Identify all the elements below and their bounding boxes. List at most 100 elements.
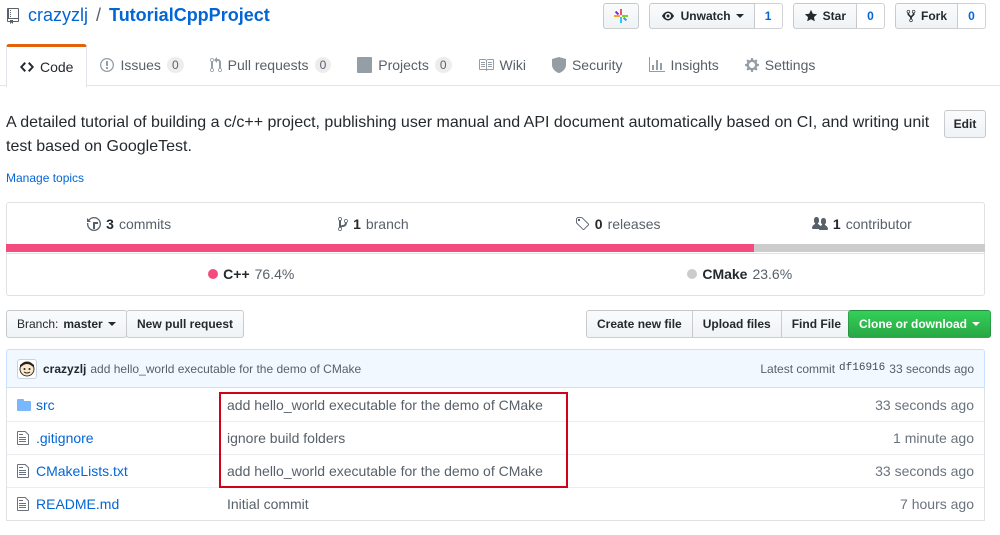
- contributors-link[interactable]: 1 contributor: [740, 203, 984, 245]
- language-color-dot: [687, 268, 698, 279]
- tag-icon: [575, 217, 589, 231]
- releases-label: releases: [607, 216, 661, 232]
- language-bar[interactable]: [6, 244, 985, 252]
- file-actions-group: Create new file Upload files Find File: [586, 310, 853, 338]
- commit-author-link[interactable]: crazyzlj: [43, 362, 86, 376]
- commit-sha-link[interactable]: df16916: [839, 362, 885, 376]
- graph-icon: [648, 57, 665, 72]
- people-icon: [811, 217, 828, 230]
- app-launcher-button[interactable]: [602, 3, 639, 29]
- commit-age: 33 seconds ago: [889, 361, 974, 376]
- manage-topics-link[interactable]: Manage topics: [6, 171, 84, 185]
- repo-name-link[interactable]: TutorialCppProject: [109, 5, 270, 26]
- avatar-face-icon: [19, 361, 35, 376]
- tab-security-label: Security: [571, 57, 623, 73]
- unwatch-label: Unwatch: [680, 9, 731, 23]
- file-icon: [7, 496, 36, 512]
- fork-icon: [906, 9, 916, 23]
- repo-description: A detailed tutorial of building a c/c++ …: [6, 114, 930, 155]
- branch-select-button[interactable]: Branch: master: [6, 310, 127, 338]
- language-percent: 76.4%: [254, 265, 295, 282]
- star-button[interactable]: Star: [792, 3, 857, 29]
- new-pull-request-button[interactable]: New pull request: [126, 310, 245, 338]
- unwatch-button[interactable]: Unwatch: [648, 3, 755, 29]
- repo-icon: [7, 7, 19, 24]
- clone-download-button[interactable]: Clone or download: [848, 310, 991, 338]
- latest-commit-bar: crazyzlj add hello_world executable for …: [6, 349, 985, 388]
- branch-icon: [338, 217, 349, 231]
- fork-group: Fork 0: [894, 3, 986, 29]
- repo-separator: /: [96, 5, 102, 25]
- eye-icon: [661, 11, 674, 21]
- language-segment-c-: [6, 244, 754, 252]
- find-file-button[interactable]: Find File: [780, 310, 853, 338]
- file-name-link[interactable]: src: [36, 397, 227, 413]
- annotation-highlight-box: [219, 392, 568, 488]
- tab-security[interactable]: Security: [539, 44, 636, 86]
- watchers-count[interactable]: 1: [754, 3, 783, 29]
- language-name: C++: [223, 265, 250, 282]
- tab-issues-label: Issues: [120, 57, 161, 73]
- file-name-link[interactable]: .gitignore: [36, 430, 227, 446]
- history-icon: [87, 217, 102, 231]
- gear-icon: [744, 58, 759, 72]
- language-segment-cmake: [753, 244, 985, 252]
- star-icon: [804, 9, 817, 22]
- tab-pull-requests[interactable]: Pull requests 0: [197, 44, 345, 86]
- releases-count: 0: [594, 216, 603, 232]
- file-commit-message[interactable]: Initial commit: [227, 496, 834, 512]
- sparkle-icon: [613, 9, 628, 23]
- pull-requests-counter: 0: [314, 57, 332, 73]
- language-item[interactable]: CMake 23.6%: [496, 252, 985, 295]
- tab-insights[interactable]: Insights: [636, 44, 732, 86]
- tab-code-label: Code: [40, 59, 74, 75]
- project-icon: [357, 57, 373, 73]
- file-age: 33 seconds ago: [875, 396, 974, 413]
- branch-label: branch: [365, 216, 409, 232]
- star-label: Star: [822, 9, 846, 23]
- language-color-dot: [208, 268, 219, 279]
- commit-message-link[interactable]: add hello_world executable for the demo …: [90, 362, 361, 376]
- repo-name: TutorialCppProject: [109, 5, 270, 25]
- file-icon: [7, 430, 36, 446]
- issues-counter: 0: [166, 57, 184, 73]
- file-name-link[interactable]: README.md: [36, 496, 227, 512]
- commits-label: commits: [118, 216, 172, 232]
- issue-icon: [100, 58, 115, 72]
- language-name: CMake: [702, 265, 748, 282]
- fork-label: Fork: [920, 9, 947, 23]
- fork-button[interactable]: Fork: [894, 3, 958, 29]
- table-row: README.md Initial commit 7 hours ago: [7, 487, 984, 520]
- repo-actions: Unwatch 1 Star 0 Fork 0: [602, 3, 986, 29]
- stars-count[interactable]: 0: [856, 3, 885, 29]
- forks-count[interactable]: 0: [958, 3, 986, 29]
- branch-prefix: Branch:: [17, 317, 59, 331]
- tab-wiki[interactable]: Wiki: [465, 44, 539, 86]
- language-item[interactable]: C++ 76.4%: [7, 252, 496, 295]
- create-new-file-button[interactable]: Create new file: [586, 310, 693, 338]
- caret-down-icon: [972, 322, 980, 326]
- tab-pull-requests-label: Pull requests: [227, 57, 309, 73]
- commit-meta: Latest commit df16916 33 seconds ago: [760, 362, 974, 376]
- upload-files-button[interactable]: Upload files: [691, 310, 782, 338]
- avatar[interactable]: [17, 358, 37, 379]
- latest-commit-label: Latest commit: [760, 361, 836, 376]
- caret-down-icon: [107, 322, 116, 326]
- file-icon: [7, 463, 36, 479]
- tab-code[interactable]: Code: [6, 44, 88, 87]
- repo-owner-link[interactable]: crazyzlj: [28, 5, 88, 26]
- tab-settings-label: Settings: [764, 57, 816, 73]
- contributors-count: 1: [832, 216, 841, 232]
- tab-issues[interactable]: Issues 0: [87, 44, 196, 86]
- watch-group: Unwatch 1: [648, 3, 783, 29]
- tab-projects[interactable]: Projects 0: [344, 44, 464, 86]
- commits-link[interactable]: 3 commits: [7, 203, 251, 245]
- branch-name: master: [63, 317, 103, 331]
- tab-settings[interactable]: Settings: [732, 44, 829, 86]
- edit-description-button[interactable]: Edit: [944, 110, 986, 138]
- file-age: 1 minute ago: [893, 430, 974, 446]
- branches-link[interactable]: 1 branch: [251, 203, 495, 245]
- releases-link[interactable]: 0 releases: [496, 203, 740, 245]
- book-icon: [478, 59, 494, 71]
- file-name-link[interactable]: CMakeLists.txt: [36, 463, 227, 479]
